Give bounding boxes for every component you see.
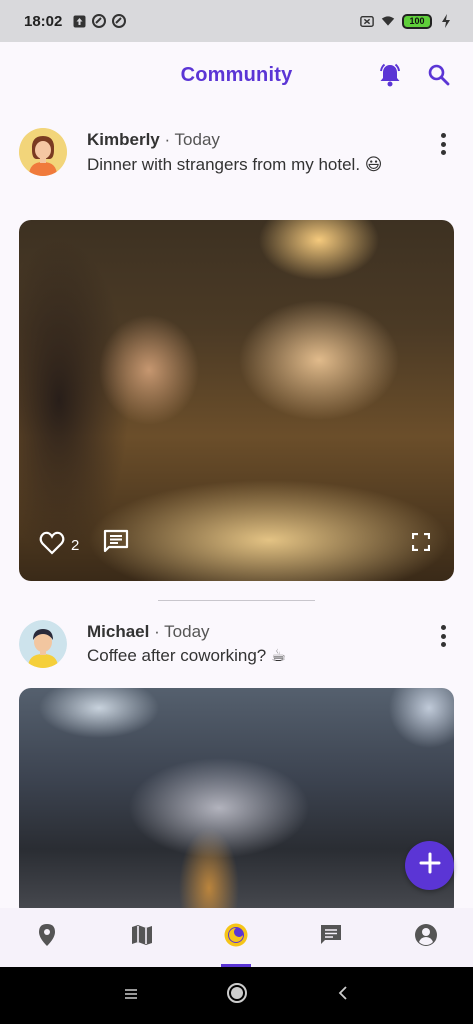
- post-author[interactable]: Kimberly: [87, 130, 160, 149]
- like-count: 2: [71, 536, 80, 554]
- comment-icon[interactable]: [103, 528, 129, 559]
- wifi-icon: [381, 14, 395, 28]
- recent-apps-icon[interactable]: [124, 987, 138, 1005]
- nav-item-location[interactable]: [0, 908, 95, 967]
- heart-icon: [39, 531, 65, 559]
- nav-item-account[interactable]: [378, 908, 473, 967]
- post-photo[interactable]: [19, 688, 454, 908]
- like-button[interactable]: 2: [39, 531, 79, 559]
- map-icon: [130, 924, 154, 951]
- top-app-bar: Community: [0, 42, 473, 108]
- location-icon: [36, 923, 58, 952]
- page-title: Community: [180, 63, 293, 86]
- nav-item-chat[interactable]: [284, 908, 379, 967]
- no-sim-icon: [360, 14, 374, 28]
- post-divider: [158, 600, 315, 601]
- add-post-button[interactable]: [405, 841, 454, 890]
- plus-icon: [419, 852, 441, 879]
- upload-icon: [72, 14, 86, 28]
- sync-icon: [92, 14, 107, 28]
- sync-icon: [112, 14, 127, 28]
- post-author[interactable]: Michael: [87, 622, 149, 641]
- more-options-icon[interactable]: [439, 133, 447, 155]
- system-navigation-bar: [0, 967, 473, 1024]
- nav-item-map[interactable]: [95, 908, 190, 967]
- more-options-icon[interactable]: [439, 625, 447, 647]
- avatar[interactable]: [19, 620, 67, 668]
- post-text: Dinner with strangers from my hotel. 😃: [87, 155, 383, 174]
- chat-icon: [319, 923, 343, 952]
- account-icon: [414, 923, 438, 952]
- fullscreen-icon[interactable]: [411, 532, 431, 556]
- charging-icon: [439, 14, 453, 28]
- bottom-navigation: [0, 908, 473, 967]
- nav-item-community[interactable]: [189, 908, 284, 967]
- community-feed[interactable]: Kimberly · Today Dinner with strangers f…: [0, 108, 473, 908]
- battery-icon: 100: [402, 13, 432, 29]
- avatar[interactable]: [19, 128, 67, 176]
- back-icon[interactable]: [337, 985, 349, 1006]
- community-icon: [223, 922, 249, 953]
- status-time: 18:02: [24, 12, 63, 30]
- post-time: · Today: [159, 130, 220, 149]
- status-bar: 18:02 100: [0, 0, 473, 42]
- search-icon[interactable]: [427, 63, 451, 92]
- notifications-icon[interactable]: [377, 62, 403, 93]
- post-time: · Today: [149, 622, 210, 641]
- home-icon[interactable]: [226, 982, 248, 1009]
- post-text: Coffee after coworking? ☕: [87, 646, 287, 665]
- post-photo[interactable]: 2: [19, 220, 454, 581]
